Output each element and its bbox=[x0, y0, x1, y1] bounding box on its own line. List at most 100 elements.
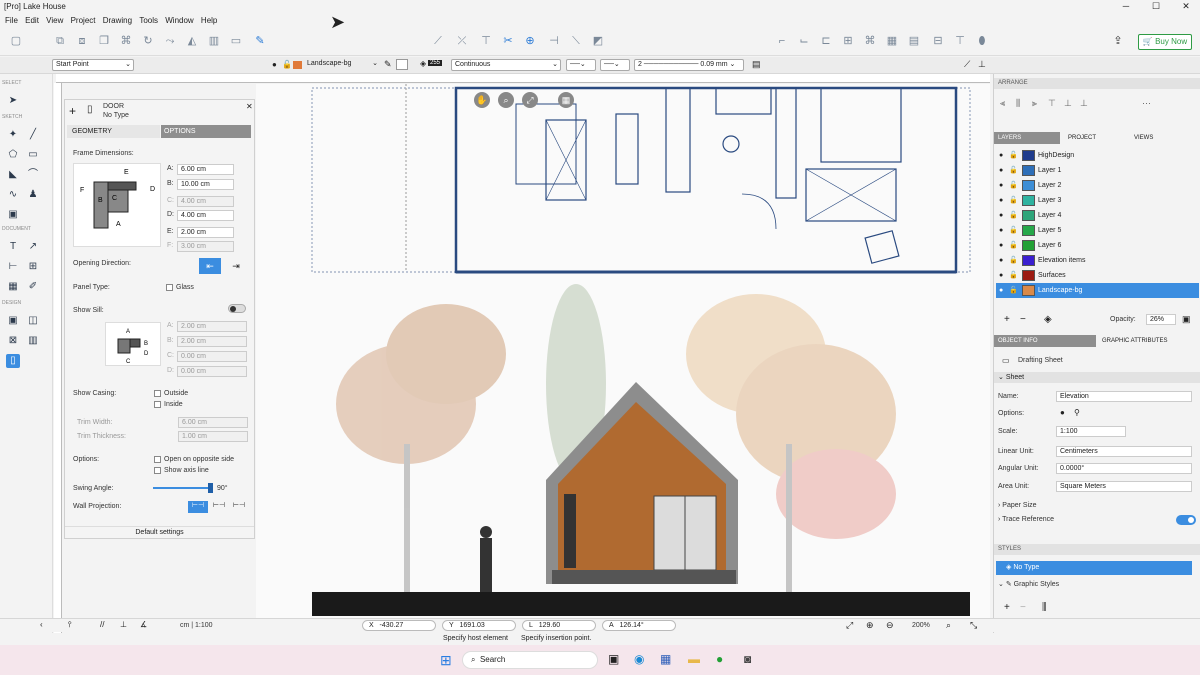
axis-line-checkbox[interactable] bbox=[154, 467, 161, 474]
layer-lock-icon[interactable]: 🔓 bbox=[1009, 238, 1018, 253]
block-icon[interactable]: ▭ bbox=[228, 33, 244, 49]
share-icon[interactable]: ⇪ bbox=[1110, 33, 1126, 49]
layer-visibility-icon[interactable]: ● bbox=[999, 238, 1003, 253]
column-icon[interactable]: ⊠ bbox=[6, 334, 20, 348]
style-library-icon[interactable]: ⫼ bbox=[1042, 602, 1047, 613]
scale-select[interactable]: 1:100 bbox=[1056, 426, 1126, 437]
sill-dim-field[interactable]: 2.00 cm bbox=[177, 336, 247, 347]
angle-field[interactable]: A 126.14° bbox=[602, 620, 676, 631]
layer-row[interactable]: ● 🔓 Elevation items bbox=[996, 253, 1199, 268]
layer-row[interactable]: ● 🔓 Landscape-bg bbox=[996, 283, 1199, 298]
layer-visibility-icon[interactable]: ● bbox=[999, 223, 1003, 238]
buy-now-button[interactable]: 🛒 Buy Now bbox=[1138, 34, 1192, 50]
grid-tool-icon[interactable]: ⊞ bbox=[26, 260, 40, 274]
menu-help[interactable]: Help bbox=[201, 16, 217, 25]
layer-row[interactable]: ● 🔓 Layer 1 bbox=[996, 163, 1199, 178]
layer-row[interactable]: ● 🔓 Layer 4 bbox=[996, 208, 1199, 223]
snap-settings-icon[interactable]: ⟋ bbox=[964, 59, 970, 70]
projection-center-icon[interactable]: ⊢⊣ bbox=[209, 501, 229, 513]
edit-icon[interactable]: ✎ bbox=[252, 33, 268, 49]
layer-color-swatch[interactable] bbox=[1022, 195, 1035, 206]
trace-reference-toggle[interactable] bbox=[1176, 515, 1196, 525]
wall-cap-icon[interactable]: ⊏ bbox=[818, 33, 834, 49]
layer-visibility-icon[interactable]: ● bbox=[999, 268, 1003, 283]
layer-row[interactable]: ● 🔓 HighDesign bbox=[996, 148, 1199, 163]
paste-icon[interactable]: ⧈ bbox=[74, 33, 90, 49]
default-settings-button[interactable]: Default settings bbox=[65, 526, 254, 538]
combine-icon[interactable]: ◩ bbox=[590, 33, 606, 49]
frame-dim-field[interactable]: 2.00 cm bbox=[177, 227, 234, 238]
menu-file[interactable]: File bbox=[5, 16, 18, 25]
menu-edit[interactable]: Edit bbox=[25, 16, 39, 25]
spline-icon[interactable]: ∿ bbox=[6, 188, 20, 202]
select-arrow-icon[interactable]: ➤ bbox=[6, 94, 20, 108]
options-dot-icon[interactable]: ● bbox=[1060, 408, 1065, 417]
wall-join-icon[interactable]: ⌙ bbox=[796, 33, 812, 49]
layer-color-swatch[interactable] bbox=[1022, 255, 1035, 266]
door-tool-icon[interactable]: ▯ bbox=[6, 354, 20, 368]
align-right-icon[interactable]: ⫸ bbox=[1032, 98, 1037, 109]
wall-tool-icon[interactable]: ▣ bbox=[6, 314, 20, 328]
trace-reference-row[interactable]: › Trace Reference bbox=[998, 516, 1054, 523]
no-fill-icon[interactable] bbox=[396, 59, 408, 70]
add-style-icon[interactable]: + bbox=[1004, 602, 1010, 613]
opacity-swatch-icon[interactable]: ▣ bbox=[1182, 314, 1191, 325]
zoom-icon[interactable]: ⌕ bbox=[498, 92, 514, 108]
window-tool-icon[interactable]: ▥ bbox=[26, 334, 40, 348]
leader-icon[interactable]: ↗ bbox=[26, 240, 40, 254]
align-left-icon[interactable]: ⫷ bbox=[1000, 98, 1005, 109]
table-icon[interactable]: ▦ bbox=[6, 280, 20, 294]
layer-visibility-icon[interactable]: ● bbox=[999, 178, 1003, 193]
tab-object-info[interactable]: OBJECT INFO bbox=[994, 335, 1096, 347]
menu-window[interactable]: Window bbox=[165, 16, 193, 25]
panel-close-icon[interactable]: ✕ bbox=[246, 102, 253, 111]
room-icon[interactable]: ◫ bbox=[26, 314, 40, 328]
y-coordinate-field[interactable]: Y 1691.03 bbox=[442, 620, 516, 631]
layer-color-swatch[interactable] bbox=[1022, 270, 1035, 281]
layer-color-swatch[interactable] bbox=[1022, 285, 1035, 296]
projection-out-icon[interactable]: ⊢⊣ bbox=[229, 501, 249, 513]
store-icon[interactable]: ▦ bbox=[660, 652, 671, 666]
marker-icon[interactable]: ⬮ bbox=[974, 33, 990, 49]
fillet-icon[interactable]: ⊤ bbox=[478, 33, 494, 49]
tab-geometry[interactable]: GEOMETRY bbox=[67, 125, 160, 138]
minimize-button[interactable]: ─ bbox=[1112, 0, 1140, 14]
grid-view-icon[interactable]: ▦ bbox=[558, 92, 574, 108]
zoom-select-icon[interactable]: ⌕ bbox=[946, 620, 951, 631]
menu-drawing[interactable]: Drawing bbox=[103, 16, 132, 25]
start-icon[interactable]: ⊞ bbox=[440, 652, 452, 669]
duplicate-icon[interactable]: ❐ bbox=[96, 33, 112, 49]
pan-icon[interactable]: ✋ bbox=[474, 92, 490, 108]
offset-icon[interactable]: ⤳ bbox=[162, 33, 178, 49]
stamp-icon[interactable]: ♟ bbox=[26, 188, 40, 202]
align-middle-icon[interactable]: ⊥ bbox=[1064, 98, 1072, 109]
dimension-tool-icon[interactable]: ⊢ bbox=[6, 260, 20, 274]
line-style-select[interactable]: Continuous ⌄ bbox=[451, 59, 561, 71]
menu-project[interactable]: Project bbox=[71, 16, 96, 25]
layer-visibility-icon[interactable]: ● bbox=[999, 283, 1003, 298]
zoom-in-icon[interactable]: ⊕ bbox=[866, 620, 874, 631]
frame-dim-field[interactable]: 4.00 cm bbox=[177, 196, 234, 207]
swing-angle-slider[interactable] bbox=[153, 487, 211, 489]
name-field[interactable]: Elevation bbox=[1056, 391, 1192, 402]
surface-icon[interactable]: ▤ bbox=[906, 33, 922, 49]
copy-icon[interactable]: ⧉ bbox=[52, 33, 68, 49]
edge-icon[interactable]: ◉ bbox=[634, 652, 644, 666]
curve-icon[interactable]: ◣ bbox=[6, 168, 20, 182]
tab-options[interactable]: OPTIONS bbox=[161, 125, 251, 138]
search-box[interactable]: ⌕ Search bbox=[462, 651, 598, 669]
graphic-styles-row[interactable]: ⌄ ✎ Graphic Styles bbox=[998, 580, 1059, 588]
dimension-icon[interactable]: ⊟ bbox=[930, 33, 946, 49]
wall-icon[interactable]: ⌐ bbox=[774, 33, 790, 49]
options-pin-icon[interactable]: ⚲ bbox=[1074, 408, 1080, 417]
tab-views[interactable]: VIEWS bbox=[1130, 132, 1194, 144]
layer-lock-icon[interactable]: 🔓 bbox=[1009, 193, 1018, 208]
layer-visibility-icon[interactable]: ● bbox=[999, 253, 1003, 268]
layer-lock-icon[interactable]: 🔓 bbox=[1009, 208, 1018, 223]
measure-icon[interactable]: ✐ bbox=[26, 280, 40, 294]
group-icon[interactable]: ⌘ bbox=[118, 33, 134, 49]
mirror-icon[interactable]: ◭ bbox=[184, 33, 200, 49]
divide-icon[interactable]: ⟍ bbox=[568, 33, 584, 49]
sill-dim-field[interactable]: 2.00 cm bbox=[177, 321, 247, 332]
show-sill-toggle[interactable] bbox=[228, 304, 246, 313]
